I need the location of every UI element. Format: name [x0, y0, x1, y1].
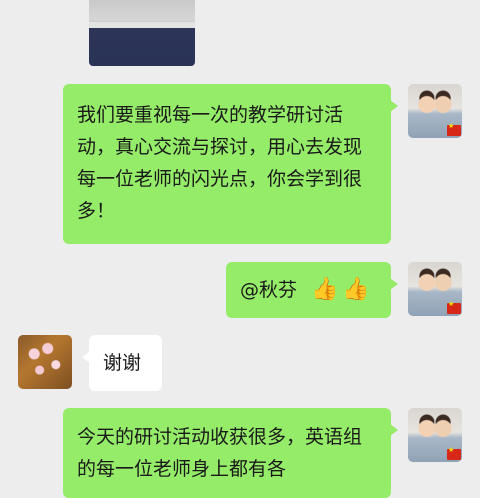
message-bubble-4[interactable]: 今天的研讨活动收获很多，英语组的每一位老师身上都有各 — [63, 408, 398, 498]
image-message[interactable] — [89, 0, 195, 66]
thumbs-up-icon: 👍 — [342, 277, 370, 302]
message-bubble-1[interactable]: 我们要重视每一次的教学研讨活动，真心交流与探讨，用心去发现每一位老师的闪光点，你… — [63, 84, 398, 244]
message-text: 今天的研讨活动收获很多，英语组的每一位老师身上都有各 — [77, 426, 363, 480]
thumbs-up-icon: 👍 — [311, 277, 339, 302]
contact-avatar[interactable] — [18, 335, 72, 389]
message-text: 谢谢 — [103, 352, 142, 374]
china-flag-icon — [447, 446, 461, 460]
my-avatar[interactable] — [408, 84, 462, 138]
message-text: 我们要重视每一次的教学研讨活动，真心交流与探讨，用心去发现每一位老师的闪光点，你… — [77, 104, 363, 222]
message-bubble-2[interactable]: @秋芬 👍 👍 — [226, 262, 398, 318]
chat-window: 我们要重视每一次的教学研讨活动，真心交流与探讨，用心去发现每一位老师的闪光点，你… — [0, 0, 480, 498]
mention-text: @秋芬 — [240, 279, 298, 301]
china-flag-icon — [447, 122, 461, 136]
china-flag-icon — [447, 300, 461, 314]
my-avatar[interactable] — [408, 262, 462, 316]
message-bubble-3[interactable]: 谢谢 — [82, 335, 162, 391]
my-avatar[interactable] — [408, 408, 462, 462]
